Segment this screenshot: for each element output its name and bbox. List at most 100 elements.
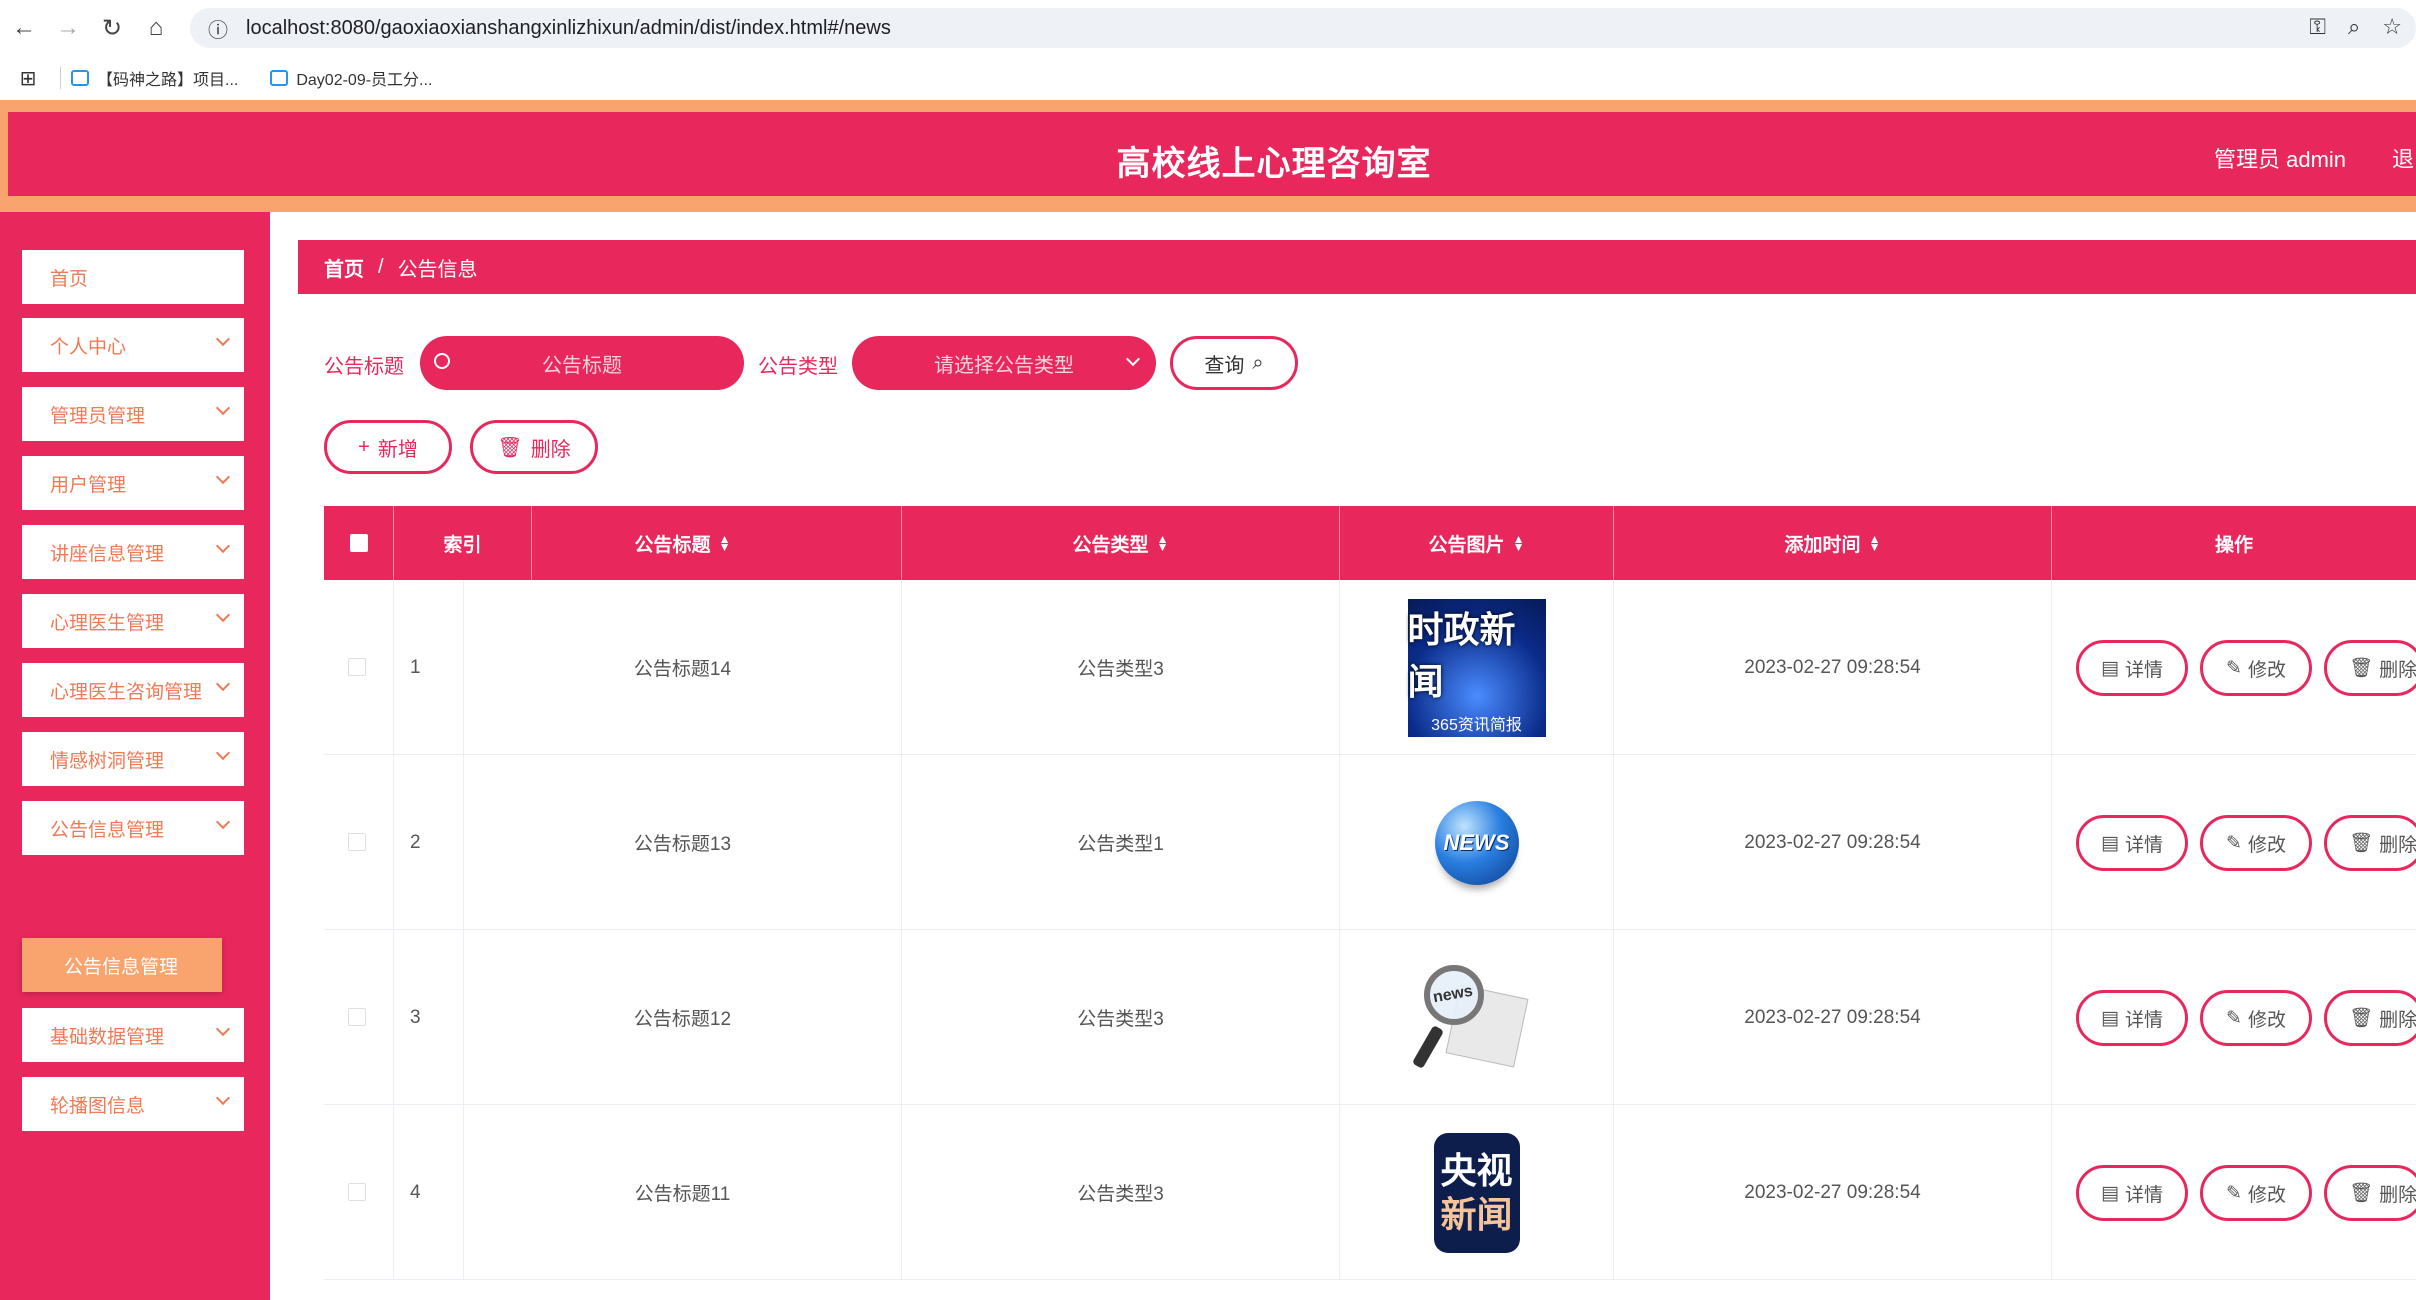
sort-icon[interactable]: ▲ ▼ [1157,533,1169,553]
document-icon: ▤ [2101,657,2119,679]
image-cell: NEWS [1340,755,1614,930]
time-cell: 2023-02-27 09:28:54 [1614,1105,2052,1280]
chevron-down-icon [215,607,231,623]
edit-button[interactable]: ✎ 修改 [2200,1165,2312,1221]
cctv-news-logo: 央视 新闻 [1433,1132,1520,1253]
col-time[interactable]: 添加时间 ▲ ▼ [1614,506,2052,580]
title-search-input[interactable]: 公告标题 [420,336,744,390]
back-arrow-icon[interactable]: ← [2,6,46,50]
globe-icon: NEWS [1434,800,1519,885]
sidebar-item-basedata[interactable]: 基础数据管理 [22,1008,244,1062]
sidebar: 首页 个人中心 管理员管理 用户管理 讲座信息管理 心理医生管理 心理医生咨询管… [0,212,270,1300]
title-cell: 公告标题14 [464,580,902,755]
forward-arrow-icon[interactable]: → [46,6,90,50]
delete-button[interactable]: 🗑 删除 [2324,1165,2416,1221]
apps-grid-icon[interactable]: ⊞ [6,66,50,91]
edit-button[interactable]: ✎ 修改 [2200,990,2312,1046]
actions-cell: ▤ 详情 ✎ 修改 🗑 删除 [2052,755,2416,930]
pencil-icon: ✎ [2226,657,2242,679]
trash-icon: 🗑 [497,436,523,459]
search-icon [434,353,450,369]
browser-chrome: ← → ↻ ⌂ ⓘ localhost:8080/gaoxiaoxianshan… [0,0,2416,100]
sidebar-subitem-notice-manage[interactable]: 公告信息管理 [22,938,222,992]
row-checkbox[interactable] [348,1183,366,1201]
reload-icon[interactable]: ↻ [90,6,134,50]
sidebar-item-doctors[interactable]: 心理医生管理 [22,594,244,648]
index-cell: 3 [394,930,464,1105]
col-type[interactable]: 公告类型 ▲ ▼ [902,506,1340,580]
breadcrumb-home[interactable]: 首页 [324,253,364,282]
row-checkbox[interactable] [348,1008,366,1026]
sort-icon[interactable]: ▲ ▼ [1513,533,1525,553]
table-row: 3 公告标题12 公告类型3 news 2023-02-27 09:28:54 … [324,930,2416,1105]
delete-button[interactable]: 🗑 删除 [2324,815,2416,871]
notice-image[interactable]: 时政新闻 365资讯简报 [1407,598,1546,737]
bookmark-star-icon[interactable]: ☆ [2382,14,2402,40]
actions-cell: ▤ 详情 ✎ 修改 🗑 删除 [2052,930,2416,1105]
title-cell: 公告标题11 [464,1105,902,1280]
search-icon: ⌕ [1252,351,1264,374]
table-header: 索引 公告标题 ▲ ▼ 公告类型 ▲ ▼ 公告图片 ▲ ▼ 添加时间 ▲ ▼ 操作 [324,506,2416,580]
plus-icon: + [358,435,370,458]
type-cell: 公告类型1 [902,755,1340,930]
zoom-icon[interactable]: ⌕ [2348,14,2360,40]
password-key-icon[interactable]: ⚿ [2309,14,2326,40]
query-button[interactable]: 查询 ⌕ [1170,336,1298,390]
detail-button[interactable]: ▤ 详情 [2076,990,2188,1046]
table-row: 1 公告标题14 公告类型3 时政新闻 365资讯简报 2023-02-27 0… [324,580,2416,755]
sidebar-item-lectures[interactable]: 讲座信息管理 [22,525,244,579]
breadcrumb-separator: / [378,255,384,278]
type-cell: 公告类型3 [902,580,1340,755]
sidebar-item-carousel[interactable]: 轮播图信息 [22,1077,244,1131]
bookmark-item[interactable]: Day02-09-员工分... [270,66,432,90]
chevron-down-icon [1125,351,1141,367]
home-icon[interactable]: ⌂ [134,6,178,50]
sidebar-item-personal[interactable]: 个人中心 [22,318,244,372]
document-icon: ▤ [2101,1182,2119,1204]
bookmark-item[interactable]: 【码神之路】项目... [71,66,238,90]
col-title[interactable]: 公告标题 ▲ ▼ [464,506,902,580]
sidebar-item-notices[interactable]: 公告信息管理 [22,801,244,855]
sidebar-item-consults[interactable]: 心理医生咨询管理 [22,663,244,717]
notice-image[interactable]: 央视 新闻 [1408,1124,1546,1262]
delete-button[interactable]: 🗑 删除 [2324,990,2416,1046]
logout-link[interactable]: 退出 [2392,142,2416,174]
bulk-delete-button[interactable]: 🗑 删除 [470,420,598,474]
row-checkbox[interactable] [348,658,366,676]
title-cell: 公告标题13 [464,755,902,930]
col-actions: 操作 [2214,534,2253,556]
detail-button[interactable]: ▤ 详情 [2076,640,2188,696]
row-checkbox[interactable] [348,833,366,851]
site-info-icon[interactable]: ⓘ [198,14,238,43]
edit-button[interactable]: ✎ 修改 [2200,815,2312,871]
row-check-cell [324,1105,394,1280]
sort-icon[interactable]: ▲ ▼ [719,533,731,553]
sidebar-item-home[interactable]: 首页 [22,250,244,304]
notice-image[interactable]: NEWS [1408,774,1546,912]
table-row: 2 公告标题13 公告类型1 NEWS 2023-02-27 09:28:54 … [324,755,2416,930]
admin-label: 管理员 admin [2214,147,2347,172]
url-text[interactable]: localhost:8080/gaoxiaoxianshangxinlizhix… [246,17,891,40]
col-image[interactable]: 公告图片 ▲ ▼ [1340,506,1614,580]
delete-button[interactable]: 🗑 删除 [2324,640,2416,696]
select-all-checkbox[interactable] [350,534,368,552]
notice-image[interactable]: news [1408,949,1546,1087]
sidebar-item-users[interactable]: 用户管理 [22,456,244,510]
detail-button[interactable]: ▤ 详情 [2076,1165,2188,1221]
row-check-cell [324,930,394,1105]
magnifier-icon: news [1423,964,1484,1025]
address-bar[interactable]: ⓘ localhost:8080/gaoxiaoxianshangxinlizh… [190,8,2416,48]
sidebar-item-admin[interactable]: 管理员管理 [22,387,244,441]
type-select[interactable]: 请选择公告类型 [852,336,1156,390]
breadcrumb: 首页 / 公告信息 [298,240,2416,294]
document-icon: ▤ [2101,832,2119,854]
add-button[interactable]: + 新增 [324,420,452,474]
index-cell: 4 [394,1105,464,1280]
detail-button[interactable]: ▤ 详情 [2076,815,2188,871]
edit-button[interactable]: ✎ 修改 [2200,640,2312,696]
pencil-icon: ✎ [2226,1182,2242,1204]
chevron-down-icon [215,331,231,347]
sidebar-item-treehole[interactable]: 情感树洞管理 [22,732,244,786]
chevron-down-icon [215,814,231,830]
sort-icon[interactable]: ▲ ▼ [1869,533,1881,553]
